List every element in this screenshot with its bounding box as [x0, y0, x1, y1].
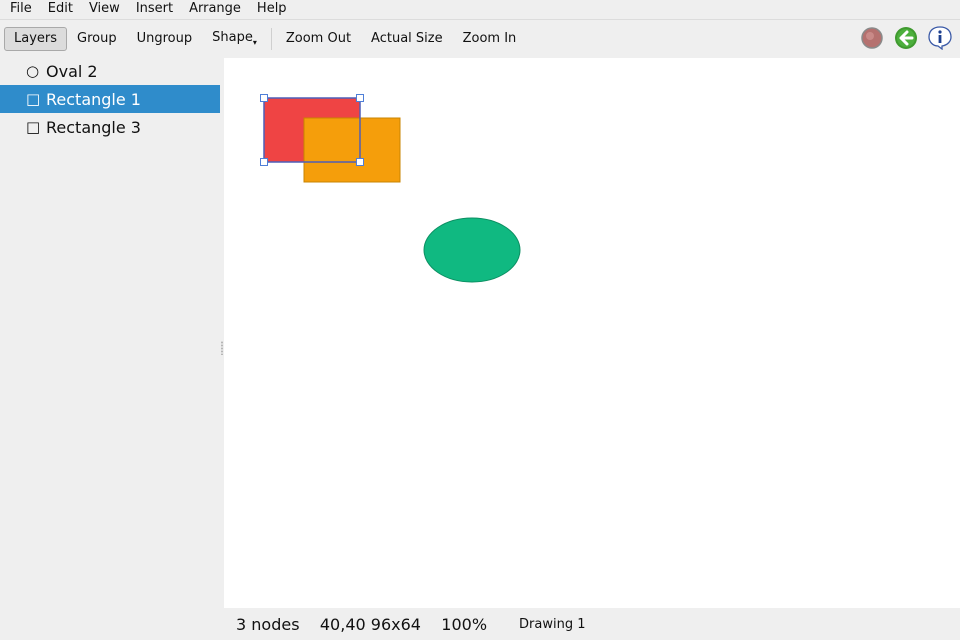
menu-view[interactable]: View [79, 0, 126, 18]
zoom-in-button[interactable]: Zoom In [453, 27, 527, 51]
menu-file[interactable]: File [0, 0, 38, 18]
resize-handle[interactable] [356, 94, 364, 102]
menu-edit[interactable]: Edit [38, 0, 79, 18]
layers-button[interactable]: Layers [4, 26, 68, 51]
menu-arrange[interactable]: Arrange [179, 0, 247, 18]
oval-icon: ○ [26, 62, 40, 80]
layers-panel: ○ Oval 2 □ Rectangle 1 □ Rectangle 3 [0, 57, 220, 608]
rectangle-3-shape[interactable] [303, 117, 401, 183]
layer-item-rectangle-1[interactable]: □ Rectangle 1 [0, 85, 220, 113]
shape-button[interactable]: Shape▾ [202, 26, 267, 51]
toolbar-separator [270, 27, 272, 50]
shape-button-label: Shape [212, 30, 253, 45]
document-name: Drawing 1 [519, 616, 586, 632]
resize-handle[interactable] [260, 158, 268, 166]
back-arrow-icon[interactable] [894, 26, 918, 50]
zoom-out-button[interactable]: Zoom Out [276, 27, 361, 51]
status-bar: 3 nodes 40,40 96x64 100% Drawing 1 [224, 608, 960, 640]
layer-item-rectangle-3[interactable]: □ Rectangle 3 [0, 113, 220, 141]
record-icon[interactable] [860, 26, 884, 50]
drawing-canvas[interactable] [224, 58, 960, 608]
layer-item-label: Rectangle 3 [46, 117, 141, 137]
rectangle-icon: □ [26, 90, 41, 108]
actual-size-button[interactable]: Actual Size [361, 27, 453, 51]
resize-handle[interactable] [356, 158, 364, 166]
oval-2-shape[interactable] [423, 217, 521, 283]
layer-item-label: Oval 2 [46, 61, 98, 81]
menu-insert[interactable]: Insert [126, 0, 179, 18]
canvas-svg [260, 94, 521, 283]
group-button[interactable]: Group [67, 27, 127, 51]
status-info: 3 nodes 40,40 96x64 100% [236, 614, 488, 634]
layer-item-oval-2[interactable]: ○ Oval 2 [0, 57, 220, 85]
layer-item-label: Rectangle 1 [46, 89, 141, 109]
toolbar: Layers Group Ungroup Shape▾ Zoom Out Act… [0, 19, 960, 57]
info-icon[interactable] [928, 26, 952, 50]
splitter-grip-icon [221, 341, 223, 355]
toolbar-icons [860, 26, 952, 50]
rectangle-icon: □ [26, 118, 41, 136]
ungroup-button[interactable]: Ungroup [127, 27, 203, 51]
menu-help[interactable]: Help [247, 0, 293, 18]
caret-down-icon: ▾ [252, 38, 257, 47]
menu-bar: File Edit View Insert Arrange Help [0, 0, 960, 18]
resize-handle[interactable] [260, 94, 268, 102]
